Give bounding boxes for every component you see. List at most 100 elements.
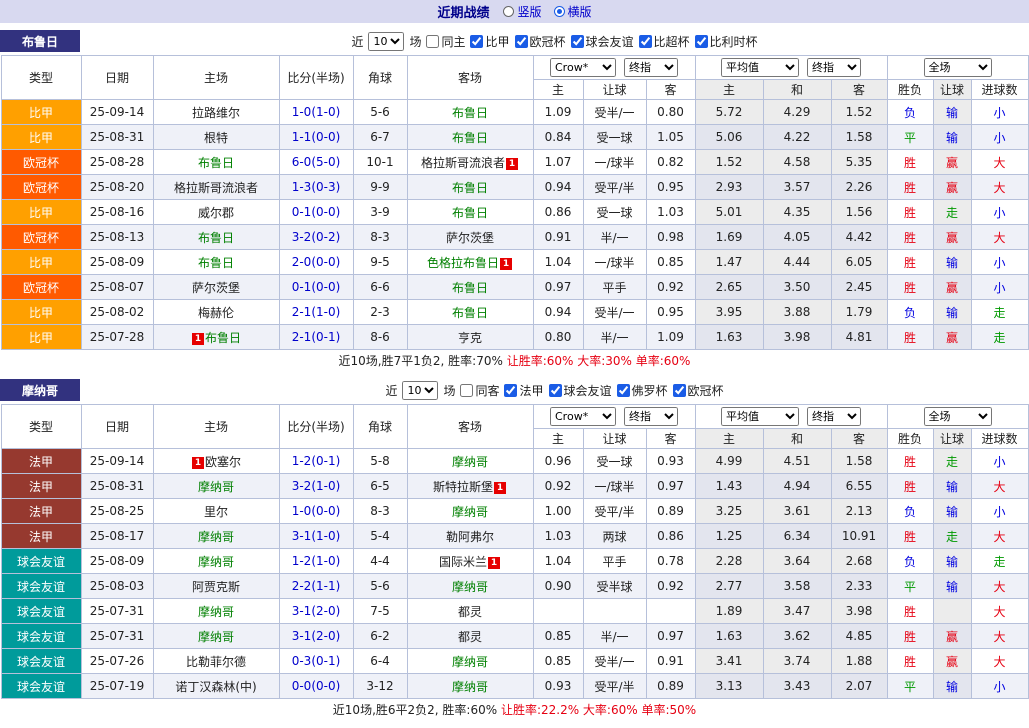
team-link[interactable]: 摩纳哥 [198, 555, 234, 569]
league-checkbox[interactable] [571, 35, 584, 48]
team-link[interactable]: 格拉斯哥流浪者 [174, 181, 258, 195]
view-option-horizontal[interactable]: 横版 [554, 3, 592, 20]
score-cell[interactable]: 2-2(1-1) [279, 574, 353, 599]
score-cell[interactable]: 3-2(0-2) [279, 225, 353, 250]
team-link[interactable]: 欧塞尔 [205, 455, 241, 469]
score-cell[interactable]: 3-1(1-0) [279, 524, 353, 549]
team-link[interactable]: 摩纳哥 [452, 655, 488, 669]
team-link[interactable]: 勒阿弗尔 [446, 530, 494, 544]
league-checkbox[interactable] [695, 35, 708, 48]
score-cell[interactable]: 3-1(2-0) [279, 599, 353, 624]
team-link[interactable]: 布鲁日 [198, 231, 234, 245]
team-link[interactable]: 布鲁日 [452, 106, 488, 120]
score-cell[interactable]: 3-1(2-0) [279, 624, 353, 649]
team-link[interactable]: 布鲁日 [452, 281, 488, 295]
avg-type-select[interactable]: 终指 [807, 407, 861, 426]
odds-type-select[interactable]: 终指 [624, 407, 678, 426]
team-link[interactable]: 根特 [204, 131, 228, 145]
score-cell[interactable]: 2-1(0-1) [279, 325, 353, 350]
odds-away-cell: 1.05 [646, 125, 695, 150]
team-link[interactable]: 都灵 [458, 630, 482, 644]
odds-company-select[interactable]: Crow* [550, 58, 616, 77]
league-checkbox[interactable] [470, 35, 483, 48]
league-filter[interactable]: 比利时杯 [695, 33, 758, 50]
rank-badge: 1 [494, 482, 506, 494]
team-link[interactable]: 摩纳哥 [198, 480, 234, 494]
score-cell[interactable]: 1-0(0-0) [279, 499, 353, 524]
team-link[interactable]: 布鲁日 [198, 156, 234, 170]
team-link[interactable]: 摩纳哥 [452, 505, 488, 519]
team-link[interactable]: 里尔 [204, 505, 228, 519]
team-link[interactable]: 摩纳哥 [198, 630, 234, 644]
team-link[interactable]: 布鲁日 [205, 331, 241, 345]
league-checkbox[interactable] [617, 384, 630, 397]
match-count-select[interactable]: 10 [368, 32, 404, 51]
score-cell[interactable]: 0-0(0-0) [279, 674, 353, 699]
league-cell: 比甲 [1, 300, 81, 325]
team-link[interactable]: 摩纳哥 [198, 605, 234, 619]
score-cell[interactable]: 2-1(1-0) [279, 300, 353, 325]
team-link[interactable]: 拉路维尔 [192, 106, 240, 120]
league-filter[interactable]: 佛罗杯 [617, 382, 668, 399]
team-link[interactable]: 摩纳哥 [452, 580, 488, 594]
avg-type-select[interactable]: 终指 [807, 58, 861, 77]
score-cell[interactable]: 0-3(0-1) [279, 649, 353, 674]
league-filter[interactable]: 球会友谊 [549, 382, 612, 399]
league-checkbox[interactable] [639, 35, 652, 48]
team-link[interactable]: 萨尔茨堡 [446, 231, 494, 245]
league-filter[interactable]: 比甲 [470, 33, 509, 50]
team-link[interactable]: 布鲁日 [452, 181, 488, 195]
team-link[interactable]: 都灵 [458, 605, 482, 619]
match-count-select[interactable]: 10 [402, 381, 438, 400]
odds-company-select[interactable]: Crow* [550, 407, 616, 426]
score-cell[interactable]: 1-1(0-0) [279, 125, 353, 150]
team-link[interactable]: 亨克 [458, 331, 482, 345]
same-venue-filter[interactable]: 同主 [426, 33, 465, 50]
league-checkbox[interactable] [504, 384, 517, 397]
team-link[interactable]: 比勒菲尔德 [186, 655, 246, 669]
league-checkbox[interactable] [549, 384, 562, 397]
team-link[interactable]: 摩纳哥 [198, 530, 234, 544]
same-venue-filter[interactable]: 同客 [460, 382, 499, 399]
avg-select[interactable]: 平均值 [721, 58, 799, 77]
team-link[interactable]: 色格拉布鲁日 [427, 256, 499, 270]
scope-select[interactable]: 全场 [924, 58, 992, 77]
score-cell[interactable]: 1-2(1-0) [279, 549, 353, 574]
team-link[interactable]: 布鲁日 [452, 206, 488, 220]
team-link[interactable]: 摩纳哥 [452, 680, 488, 694]
team-link[interactable]: 布鲁日 [452, 131, 488, 145]
view-option-vertical[interactable]: 竖版 [503, 3, 541, 20]
league-checkbox[interactable] [673, 384, 686, 397]
league-filter[interactable]: 比超杯 [639, 33, 690, 50]
team-link[interactable]: 布鲁日 [452, 306, 488, 320]
score-cell[interactable]: 6-0(5-0) [279, 150, 353, 175]
team-link[interactable]: 阿贾克斯 [192, 580, 240, 594]
score-cell[interactable]: 1-3(0-3) [279, 175, 353, 200]
team-link[interactable]: 诺丁汉森林(中) [175, 680, 256, 694]
same-venue-checkbox[interactable] [426, 35, 439, 48]
score-cell[interactable]: 0-1(0-0) [279, 275, 353, 300]
scope-select[interactable]: 全场 [924, 407, 992, 426]
score-cell[interactable]: 1-2(0-1) [279, 449, 353, 474]
team-link[interactable]: 布鲁日 [198, 256, 234, 270]
league-checkbox[interactable] [515, 35, 528, 48]
score-cell[interactable]: 0-1(0-0) [279, 200, 353, 225]
team-link[interactable]: 威尔郡 [198, 206, 234, 220]
league-filter[interactable]: 欧冠杯 [515, 33, 566, 50]
team-link[interactable]: 梅赫伦 [198, 306, 234, 320]
score-cell[interactable]: 3-2(1-0) [279, 474, 353, 499]
same-venue-checkbox[interactable] [460, 384, 473, 397]
score-cell[interactable]: 1-0(1-0) [279, 100, 353, 125]
team-link[interactable]: 斯特拉斯堡 [433, 480, 493, 494]
away-team-cell: 都灵 [407, 599, 533, 624]
league-filter[interactable]: 欧冠杯 [673, 382, 724, 399]
score-cell[interactable]: 2-0(0-0) [279, 250, 353, 275]
avg-select[interactable]: 平均值 [721, 407, 799, 426]
team-link[interactable]: 摩纳哥 [452, 455, 488, 469]
team-link[interactable]: 格拉斯哥流浪者 [421, 156, 505, 170]
odds-type-select[interactable]: 终指 [624, 58, 678, 77]
team-link[interactable]: 国际米兰 [439, 555, 487, 569]
team-link[interactable]: 萨尔茨堡 [192, 281, 240, 295]
league-filter[interactable]: 法甲 [504, 382, 543, 399]
league-filter[interactable]: 球会友谊 [571, 33, 634, 50]
